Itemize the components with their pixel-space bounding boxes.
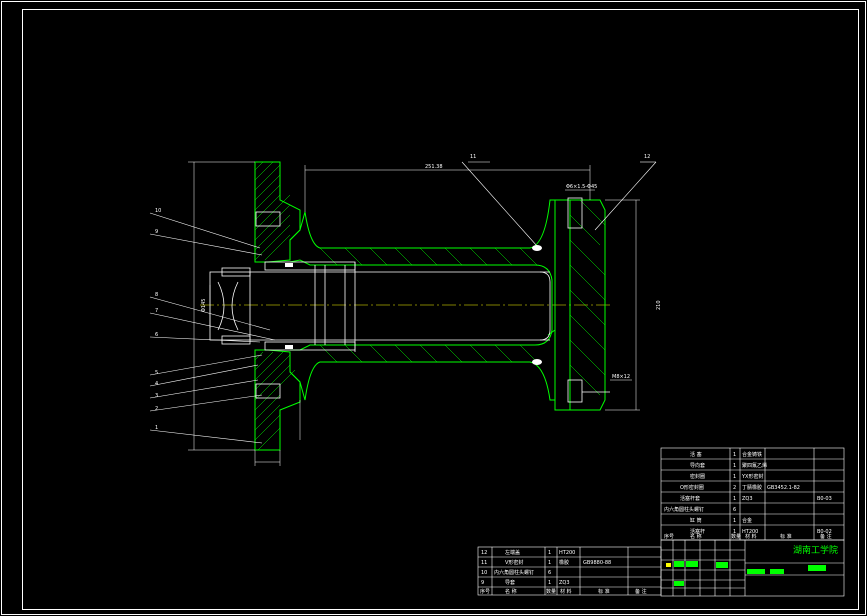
leader-label-5: 5 [155,370,158,376]
title-block-fills [666,561,826,586]
lower-header-qty: 数量 [546,588,556,595]
lower-row-4-material: ZQ3 [559,580,570,586]
upper-header-no: 序号 [664,533,674,540]
lower-row-3-no: 10 [481,570,487,576]
dim-top-right: Φ6×1.5-Φ45 [566,184,597,190]
upper-row-1-qty: 1 [733,452,736,458]
upper-row-5-note: B0-03 [817,496,832,502]
lower-row-1-no: 12 [481,550,487,556]
lower-row-1-name: 左端盖 [505,549,520,556]
lower-row-3-qty: 6 [548,570,551,576]
upper-row-6-qty: 6 [733,507,736,513]
leader-lines [149,161,657,444]
upper-row-1-material: 合金铸铁 [742,451,762,458]
lower-header-material: 材 料 [560,588,572,595]
upper-row-2-material: 聚四氟乙烯 [742,462,767,469]
dim-top-length: 251.38 [425,164,443,170]
school-name: 湖南工学院 [793,544,838,556]
lower-row-2-no: 11 [481,560,487,566]
upper-header-std: 标 准 [780,533,792,540]
upper-row-3-name: 密封圈 [690,473,705,480]
leader-label-1: 1 [155,425,158,431]
parts-list-upper-text: 活 塞 1 合金铸铁 导向套 1 聚四氟乙烯 密封圈 1 YX形密封 O形密封圈… [664,451,832,540]
parts-list-upper [660,447,845,541]
dim-right-height: 210 [656,300,662,310]
upper-header-material: 材 料 [745,533,757,540]
lower-row-4-qty: 1 [548,580,551,586]
upper-row-7-qty: 1 [733,518,736,524]
leader-label-2: 2 [155,406,158,412]
upper-row-4-std: GB3452.1-82 [767,485,800,491]
upper-header-note: 备 注 [820,533,832,540]
upper-header-name: 名 称 [690,533,702,540]
leader-labels-left: 10 9 8 7 6 5 4 3 2 1 11 12 [155,154,650,431]
lower-header-no: 序号 [480,588,490,595]
lower-row-3-name: 内六角圆柱头螺钉 [494,569,534,576]
leader-label-4: 4 [155,381,158,387]
lower-header-name: 名 称 [505,588,517,595]
left-flange [254,161,301,451]
lower-row-2-std: GB9880-88 [583,560,611,566]
upper-row-4-material: 丁腈橡胶 [742,484,762,491]
leader-label-11: 11 [470,154,476,160]
lower-header-note: 备 注 [635,588,647,595]
upper-row-4-qty: 2 [733,485,736,491]
upper-row-6-name: 内六角圆柱头螺钉 [664,506,704,513]
leader-label-9: 9 [155,229,158,235]
lower-row-1-material: HT200 [559,550,575,556]
upper-row-5-qty: 1 [733,496,736,502]
upper-row-2-qty: 1 [733,463,736,469]
upper-row-5-material: ZQ3 [742,496,753,502]
upper-row-1-name: 活 塞 [690,451,702,458]
lower-row-4-no: 9 [481,580,484,586]
lower-header-std: 标 准 [598,588,610,595]
upper-row-3-qty: 1 [733,474,736,480]
leader-label-12: 12 [644,154,650,160]
dim-right-small: M8×12 [612,374,630,380]
upper-row-3-material: YX形密封 [741,473,763,480]
leader-label-10: 10 [155,208,161,214]
dimension-lines [188,161,640,466]
upper-row-2-name: 导向套 [690,462,705,469]
upper-row-7-name: 缸 筒 [690,517,702,524]
piston-rod [209,261,551,352]
dim-left-bore: Φ145 [201,299,207,312]
leader-label-7: 7 [155,308,158,314]
upper-row-5-name: 活塞杆套 [680,495,700,502]
lower-row-2-material: 橡胶 [559,559,569,566]
upper-row-4-name: O形密封圈 [680,484,704,491]
bolts [255,197,610,403]
upper-row-7-material: 合金 [742,517,752,524]
lower-row-4-name: 导套 [505,579,515,586]
lower-row-2-name: V形密封 [505,559,523,566]
body-hatching [319,199,606,396]
leader-label-3: 3 [155,393,158,399]
lower-row-2-qty: 1 [548,560,551,566]
lower-row-1-qty: 1 [548,550,551,556]
leader-label-6: 6 [155,332,158,338]
drawing-canvas: 251.38 210 Φ145 M8×12 Φ6×1.5-Φ45 10 9 8 … [1,1,866,615]
parts-list-lower-text: 12 左端盖 1 HT200 11 V形密封 1 橡胶 GB9880-88 10… [480,549,647,595]
upper-header-qty: 数量 [731,533,741,540]
leader-label-8: 8 [155,292,158,298]
